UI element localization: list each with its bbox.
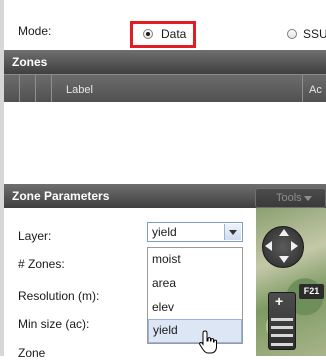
zones-table-body [4,102,326,184]
zoom-level-bar [271,334,293,337]
dropdown-option[interactable]: area [148,273,242,297]
ssu-radio-label[interactable]: SSU [303,27,326,41]
tools-button[interactable]: Tools [255,188,326,208]
layer-dropdown-list: moist area elev yield [147,247,243,344]
data-radio-label[interactable]: Data [161,27,186,41]
zone-label: Zone [18,346,46,360]
tools-label: Tools [276,192,302,204]
layer-label: Layer: [18,229,52,243]
min-size-label: Min size (ac): [18,317,90,331]
column-header-ac[interactable]: Ac [309,84,322,96]
column-header-label[interactable]: Label [66,84,93,96]
zoom-level-bar [271,326,293,329]
column-divider [51,74,52,102]
pan-down-icon[interactable] [279,256,289,263]
dropdown-option-selected[interactable]: yield [148,319,242,343]
layer-select-value: yield [152,225,177,239]
column-divider [19,74,20,102]
layer-select[interactable]: yield [147,222,243,242]
ssu-radio-button[interactable] [287,29,297,39]
field-badge: F21 [299,284,324,299]
zones-table-header [4,74,326,103]
resolution-label: Resolution (m): [18,289,100,303]
dropdown-option[interactable]: moist [148,249,242,273]
column-divider [302,74,303,102]
zoom-level-bar [271,343,293,346]
chevron-down-icon [303,195,312,201]
zones-panel-header: Zones [4,50,326,74]
zoom-level-bar [271,318,293,321]
pan-right-icon[interactable] [291,241,298,251]
dropdown-option[interactable]: elev [148,297,242,321]
chevron-down-icon[interactable] [224,224,241,240]
pan-left-icon[interactable] [265,241,272,251]
zoom-in-icon[interactable]: + [275,293,283,309]
data-radio-button[interactable] [143,29,153,39]
hand-pointer-icon [199,330,217,354]
column-divider [35,74,36,102]
num-zones-label: # Zones: [18,257,65,271]
mode-label: Mode: [18,24,52,38]
pan-up-icon[interactable] [279,229,289,236]
